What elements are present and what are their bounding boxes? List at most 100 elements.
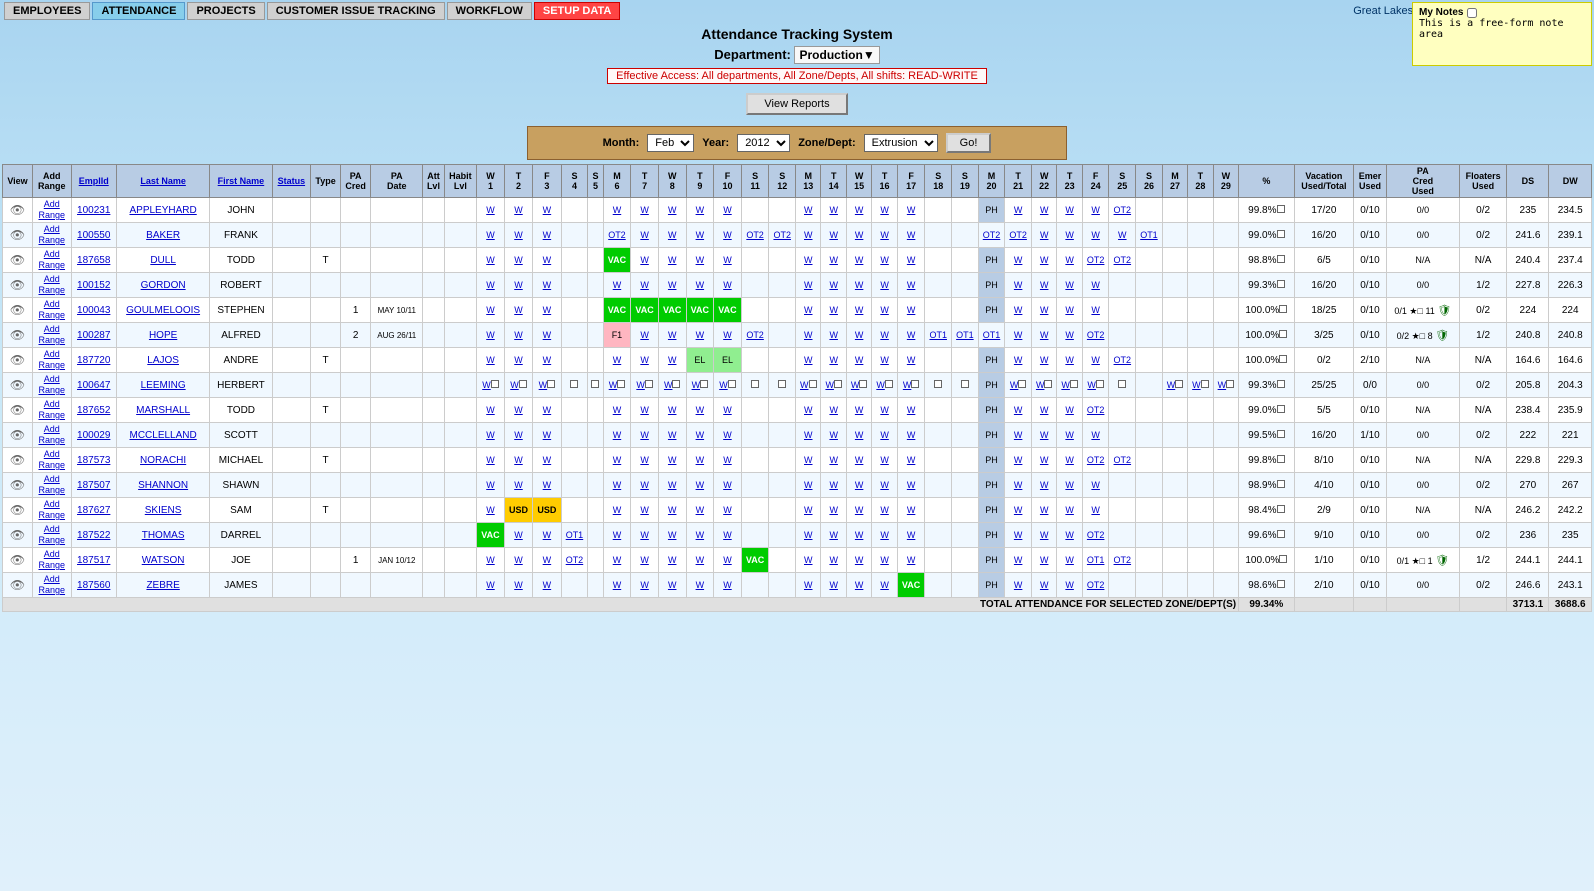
day-cell[interactable]: W <box>658 323 686 348</box>
add-range-link[interactable]: Add <box>44 549 60 559</box>
day-cell[interactable]: W <box>872 373 897 398</box>
empid-link[interactable]: 187573 <box>77 455 110 466</box>
day-cell[interactable]: W <box>631 548 659 573</box>
day-cell[interactable]: W <box>796 573 821 598</box>
day-cell[interactable]: W <box>504 548 532 573</box>
lastname-link[interactable]: MARSHALL <box>136 405 190 416</box>
range-link[interactable]: Range <box>38 460 65 470</box>
day-cell[interactable]: W <box>821 473 846 498</box>
day-cell[interactable] <box>769 373 796 398</box>
empid-link[interactable]: 100647 <box>77 380 110 391</box>
day-cell[interactable]: W <box>477 423 505 448</box>
day-cell[interactable]: W <box>1082 348 1109 373</box>
day-cell[interactable]: W <box>603 373 631 398</box>
day-cell[interactable]: W <box>872 298 897 323</box>
view-icon[interactable]: 👁 <box>10 328 25 342</box>
day-cell[interactable]: W <box>658 473 686 498</box>
day-cell[interactable]: W <box>603 523 631 548</box>
day-cell[interactable]: W <box>872 423 897 448</box>
day-cell[interactable]: W <box>686 548 714 573</box>
view-icon[interactable]: 👁 <box>10 403 25 417</box>
day-cell[interactable]: W <box>686 523 714 548</box>
day-cell[interactable]: W <box>477 198 505 223</box>
day-cell[interactable]: W <box>846 523 871 548</box>
day-cell[interactable]: OT2 <box>1109 198 1136 223</box>
day-cell[interactable]: W <box>631 248 659 273</box>
view-reports-button[interactable]: View Reports <box>746 93 847 115</box>
range-link[interactable]: Range <box>38 510 65 520</box>
day-cell[interactable]: W <box>1031 248 1056 273</box>
day-cell[interactable]: W <box>714 573 742 598</box>
day-cell[interactable]: W <box>658 223 686 248</box>
day-cell[interactable]: W <box>846 548 871 573</box>
day-cell[interactable]: W <box>1057 573 1082 598</box>
day-cell[interactable]: OT2 <box>741 323 769 348</box>
day-cell[interactable]: W <box>1082 373 1109 398</box>
day-cell[interactable] <box>561 373 588 398</box>
day-cell[interactable]: W <box>686 248 714 273</box>
day-cell[interactable]: W <box>1057 348 1082 373</box>
add-range-link[interactable]: Add <box>44 574 60 584</box>
day-cell[interactable]: W <box>1005 198 1032 223</box>
view-icon[interactable]: 👁 <box>10 228 25 242</box>
view-icon[interactable]: 👁 <box>10 503 25 517</box>
day-cell[interactable]: OT1 <box>1082 548 1109 573</box>
day-cell[interactable]: W <box>686 323 714 348</box>
lastname-link[interactable]: SHANNON <box>138 480 188 491</box>
dept-dropdown-arrow[interactable]: ▼ <box>863 48 875 62</box>
department-selector[interactable]: Production ▼ <box>794 46 879 64</box>
day-cell[interactable]: W <box>1005 423 1032 448</box>
day-cell[interactable] <box>588 373 603 398</box>
day-cell[interactable]: W <box>821 523 846 548</box>
day-cell[interactable]: W <box>714 273 742 298</box>
day-cell[interactable]: W <box>714 423 742 448</box>
view-icon[interactable]: 👁 <box>10 453 25 467</box>
day-cell[interactable]: W <box>603 548 631 573</box>
nav-tab-workflow[interactable]: WORKFLOW <box>447 2 532 20</box>
day-cell[interactable]: W <box>658 573 686 598</box>
range-link[interactable]: Range <box>38 335 65 345</box>
add-range-link[interactable]: Add <box>44 374 60 384</box>
day-cell[interactable]: W <box>846 448 871 473</box>
day-cell[interactable]: OT2 <box>1082 573 1109 598</box>
view-icon[interactable]: 👁 <box>10 303 25 317</box>
day-cell[interactable]: W <box>658 348 686 373</box>
nav-tab-customer-issue[interactable]: CUSTOMER ISSUE TRACKING <box>267 2 445 20</box>
day-cell[interactable]: W <box>897 448 925 473</box>
day-cell[interactable]: W <box>796 273 821 298</box>
day-cell[interactable]: EL <box>714 348 742 373</box>
day-cell[interactable]: W <box>714 448 742 473</box>
day-cell[interactable]: OT2 <box>1109 548 1136 573</box>
day-cell[interactable]: W <box>1005 473 1032 498</box>
view-icon[interactable]: 👁 <box>10 353 25 367</box>
day-cell[interactable]: W <box>1031 223 1056 248</box>
day-cell[interactable]: OT1 <box>952 323 979 348</box>
day-cell[interactable]: OT2 <box>1082 523 1109 548</box>
day-cell[interactable]: W <box>1031 448 1056 473</box>
day-cell[interactable]: W <box>658 548 686 573</box>
day-cell[interactable]: W <box>897 498 925 523</box>
day-cell[interactable]: OT1 <box>1136 223 1163 248</box>
col-lastname-link[interactable]: Last Name <box>140 176 186 186</box>
day-cell[interactable]: W <box>846 573 871 598</box>
range-link[interactable]: Range <box>38 360 65 370</box>
day-cell[interactable]: W <box>897 523 925 548</box>
day-cell[interactable]: W <box>1005 448 1032 473</box>
day-cell[interactable]: W <box>533 523 561 548</box>
range-link[interactable]: Range <box>38 385 65 395</box>
lastname-link[interactable]: LEEMING <box>141 380 186 391</box>
day-cell[interactable]: USD <box>504 498 532 523</box>
add-range-link[interactable]: Add <box>44 224 60 234</box>
day-cell[interactable]: W <box>1031 498 1056 523</box>
day-cell[interactable]: W <box>1005 573 1032 598</box>
day-cell[interactable]: W <box>897 298 925 323</box>
day-cell[interactable]: W <box>1005 548 1032 573</box>
day-cell[interactable]: W <box>477 348 505 373</box>
day-cell[interactable]: W <box>897 548 925 573</box>
day-cell[interactable]: PH <box>978 348 1005 373</box>
day-cell[interactable]: W <box>872 323 897 348</box>
day-cell[interactable]: PH <box>978 473 1005 498</box>
day-cell[interactable]: W <box>533 398 561 423</box>
day-cell[interactable]: W <box>897 423 925 448</box>
day-cell[interactable]: W <box>1057 323 1082 348</box>
